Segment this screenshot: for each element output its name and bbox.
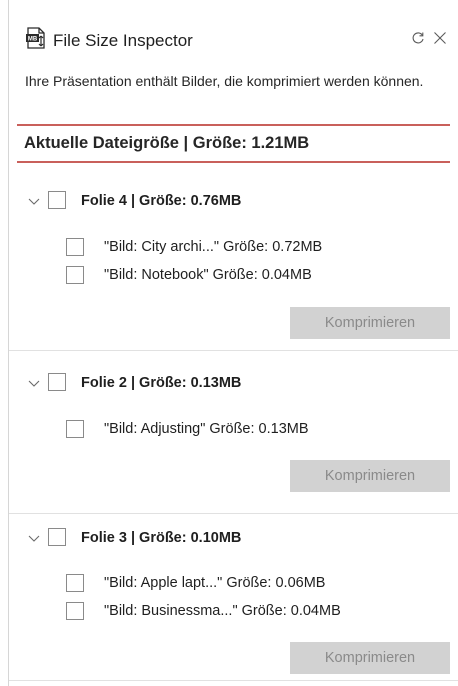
close-icon[interactable] — [433, 31, 447, 45]
chevron-down-icon[interactable] — [27, 376, 41, 390]
section-divider — [9, 350, 458, 351]
refresh-icon[interactable] — [411, 31, 425, 45]
image-checkbox[interactable] — [66, 238, 84, 256]
compress-button[interactable]: Komprimieren — [290, 460, 450, 492]
compress-button[interactable]: Komprimieren — [290, 307, 450, 339]
slide-checkbox[interactable] — [48, 528, 66, 546]
image-label: "Bild: Businessma..." Größe: 0.04MB — [104, 603, 341, 619]
accent-rule-bottom — [17, 161, 450, 163]
pane-header: MB File Size Inspector — [9, 0, 458, 62]
slide-label: Folie 3 | Größe: 0.10MB — [81, 530, 242, 546]
image-label: "Bild: Apple lapt..." Größe: 0.06MB — [104, 575, 326, 591]
chevron-down-icon[interactable] — [27, 194, 41, 208]
slide-checkbox[interactable] — [48, 191, 66, 209]
slide-checkbox[interactable] — [48, 373, 66, 391]
image-checkbox[interactable] — [66, 266, 84, 284]
image-label: "Bild: City archi..." Größe: 0.72MB — [104, 239, 323, 255]
chevron-down-icon[interactable] — [27, 531, 41, 545]
image-checkbox[interactable] — [66, 420, 84, 438]
compress-button[interactable]: Komprimieren — [290, 642, 450, 674]
file-size-app-icon: MB — [26, 27, 45, 49]
image-label: "Bild: Notebook" Größe: 0.04MB — [104, 267, 312, 283]
slide-label: Folie 4 | Größe: 0.76MB — [81, 193, 242, 209]
image-checkbox[interactable] — [66, 574, 84, 592]
pane-title: File Size Inspector — [53, 31, 193, 50]
section-divider — [9, 513, 458, 514]
image-checkbox[interactable] — [66, 602, 84, 620]
accent-rule-top — [17, 124, 450, 126]
slide-label: Folie 2 | Größe: 0.13MB — [81, 375, 242, 391]
current-file-size: Aktuelle Dateigröße | Größe: 1.21MB — [24, 134, 310, 152]
svg-text:MB: MB — [28, 37, 38, 43]
compression-hint-message: Ihre Präsentation enthält Bilder, die ko… — [25, 73, 424, 89]
section-divider — [9, 680, 458, 681]
image-label: "Bild: Adjusting" Größe: 0.13MB — [104, 421, 309, 437]
file-size-inspector-pane: MB File Size Inspector Ihre Präsentation… — [9, 0, 458, 686]
